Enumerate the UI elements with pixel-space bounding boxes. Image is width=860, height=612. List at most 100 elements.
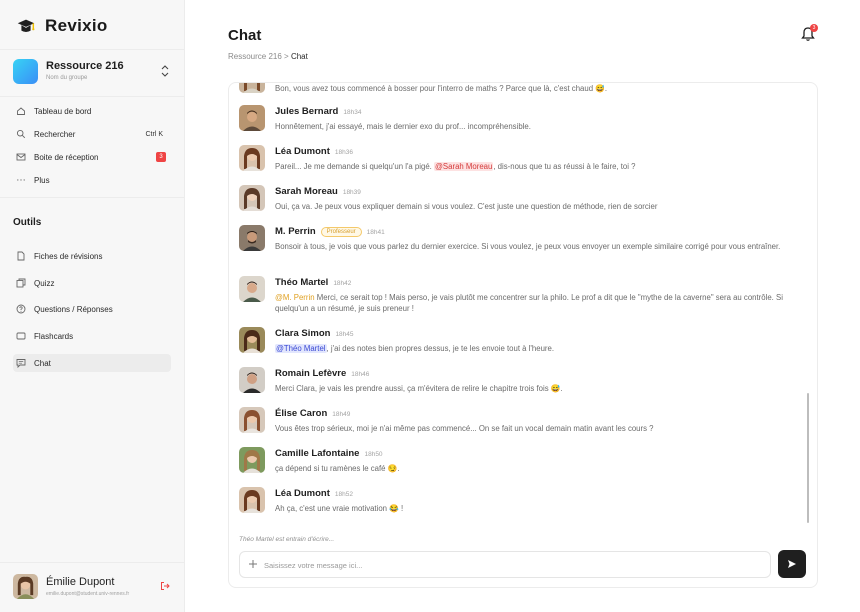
message-author: Clara Simon 18h45 (275, 328, 354, 339)
notification-badge: 3 (810, 24, 818, 32)
user-profile[interactable]: Émilie Dupont emilie.dupont@student.univ… (13, 574, 173, 602)
message-author: Sarah Moreau 18h39 (275, 186, 361, 197)
tool-label: Quizz (34, 278, 55, 288)
message-author: Camille Lafontaine 18h50 (275, 448, 383, 459)
chat-panel: Bon, vous avez tous commencé à bosser po… (228, 82, 818, 588)
tool-label: Flashcards (34, 331, 74, 341)
page-title: Chat (228, 27, 262, 44)
message-input[interactable] (264, 556, 764, 574)
plus-icon[interactable] (248, 559, 258, 569)
professor-badge: Professeur (320, 227, 362, 237)
tool-item-qa[interactable]: Questions / Réponses (13, 300, 171, 318)
avatar (239, 276, 265, 302)
resource-switcher[interactable]: Ressource 216 Nom du groupe (13, 58, 173, 84)
tool-item-flashcards[interactable]: Flashcards (13, 327, 171, 345)
avatar (239, 327, 265, 353)
divider (0, 96, 185, 97)
tool-label: Chat (34, 358, 51, 368)
brand[interactable]: Revixio (15, 14, 108, 38)
message-author: Élise Caron 18h49 (275, 408, 351, 419)
resource-logo (13, 59, 38, 84)
tool-item-chat[interactable]: Chat (13, 354, 171, 372)
mention-tag[interactable]: @M. Perrin (275, 293, 315, 302)
inbox-count-badge: 3 (156, 152, 166, 162)
avatar (239, 407, 265, 433)
message-time: 18h49 (332, 411, 351, 418)
more-icon (16, 175, 26, 185)
send-button[interactable] (778, 550, 806, 578)
breadcrumb-current: Chat (290, 52, 308, 61)
divider (0, 49, 185, 50)
flashcards-icon (16, 331, 26, 341)
message-text: Bonsoir à tous, je vois que vous parlez … (275, 242, 781, 251)
message-text: ça dépend si tu ramènes le café 😏. (275, 464, 400, 473)
message-time: 18h36 (334, 149, 353, 156)
message-text: @Théo Martel, j'ai des notes bien propre… (275, 344, 555, 353)
send-icon (788, 560, 796, 568)
message-time: 18h46 (351, 371, 370, 378)
user-email: emilie.dupont@student.univ-rennes.fr (46, 591, 130, 597)
typing-indicator: Théo Martel est entrain d'écrire... (239, 536, 335, 543)
avatar (239, 367, 265, 393)
resource-subtitle: Nom du groupe (46, 75, 88, 81)
breadcrumb-parent[interactable]: Ressource 216 (228, 52, 282, 61)
breadcrumb: Ressource 216 > Chat (228, 52, 308, 61)
avatar (239, 105, 265, 131)
nav-item-inbox[interactable]: Boite de réception 3 (13, 148, 171, 166)
nav-item-more[interactable]: Plus (13, 171, 171, 189)
message-text: Honnêtement, j'ai essayé, mais le dernie… (275, 122, 531, 131)
message-time: 18h39 (342, 189, 361, 196)
tool-label: Questions / Réponses (34, 304, 113, 314)
mention-tag[interactable]: @Théo Martel (275, 344, 327, 353)
message-time: 18h41 (366, 229, 385, 236)
message-author: Léa Dumont 18h52 (275, 488, 353, 499)
home-icon (16, 106, 26, 116)
message-text: Oui, ça va. Je peux vous expliquer demai… (275, 202, 658, 211)
question-icon (16, 304, 26, 314)
search-shortcut: Ctrl K (145, 130, 164, 138)
message-text: @M. Perrin Merci, ce serait top ! Mais p… (275, 293, 783, 313)
divider (0, 197, 185, 198)
divider (0, 562, 185, 563)
nav-label: Rechercher (34, 129, 76, 139)
tool-item-quiz[interactable]: Quizz (13, 274, 171, 292)
message-text: Pareil... Je me demande si quelqu'un l'a… (275, 162, 636, 171)
logout-icon[interactable] (160, 581, 170, 591)
brand-name: Revixio (45, 16, 108, 35)
main-content: Chat Ressource 216 > Chat 3 Bon, vous av… (186, 0, 860, 612)
tools-section-title: Outils (13, 217, 42, 228)
mention-tag[interactable]: @Sarah Moreau (434, 162, 494, 171)
chevron-updown-icon (161, 65, 169, 77)
avatar (239, 185, 265, 211)
message-author: M. Perrin Professeur 18h41 (275, 226, 385, 237)
quiz-icon (16, 278, 26, 288)
user-name: Émilie Dupont (46, 576, 115, 588)
message-author: Théo Martel 18h42 (275, 277, 352, 288)
message-text: Bon, vous avez tous commencé à bosser po… (275, 84, 608, 93)
sidebar: Revixio Ressource 216 Nom du groupe Tabl… (0, 0, 185, 612)
message-author: Romain Lefèvre 18h46 (275, 368, 370, 379)
avatar (239, 145, 265, 171)
user-avatar (13, 574, 38, 599)
message-author: Jules Bernard 18h34 (275, 106, 362, 117)
avatar (239, 83, 265, 93)
chat-scrollbar[interactable] (807, 393, 809, 523)
nav-label: Boite de réception (34, 152, 99, 162)
message-time: 18h34 (343, 109, 362, 116)
nav-item-dashboard[interactable]: Tableau de bord (13, 102, 171, 120)
avatar (239, 447, 265, 473)
breadcrumb-separator: > (284, 52, 289, 61)
file-icon (16, 251, 26, 261)
nav-item-search[interactable]: Rechercher Ctrl K (13, 125, 171, 143)
nav-label: Tableau de bord (34, 106, 92, 116)
tool-item-revision-sheets[interactable]: Fiches de révisions (13, 247, 171, 265)
message-text: Ah ça, c'est une vraie motivation 😂 ! (275, 504, 404, 513)
message-time: 18h50 (364, 451, 383, 458)
graduation-logo-icon (17, 19, 35, 32)
message-time: 18h42 (333, 280, 352, 287)
message-text: Merci Clara, je vais les prendre aussi, … (275, 384, 563, 393)
message-author: Léa Dumont 18h36 (275, 146, 353, 157)
avatar (239, 487, 265, 513)
message-time: 18h52 (334, 491, 353, 498)
nav-label: Plus (34, 175, 50, 185)
